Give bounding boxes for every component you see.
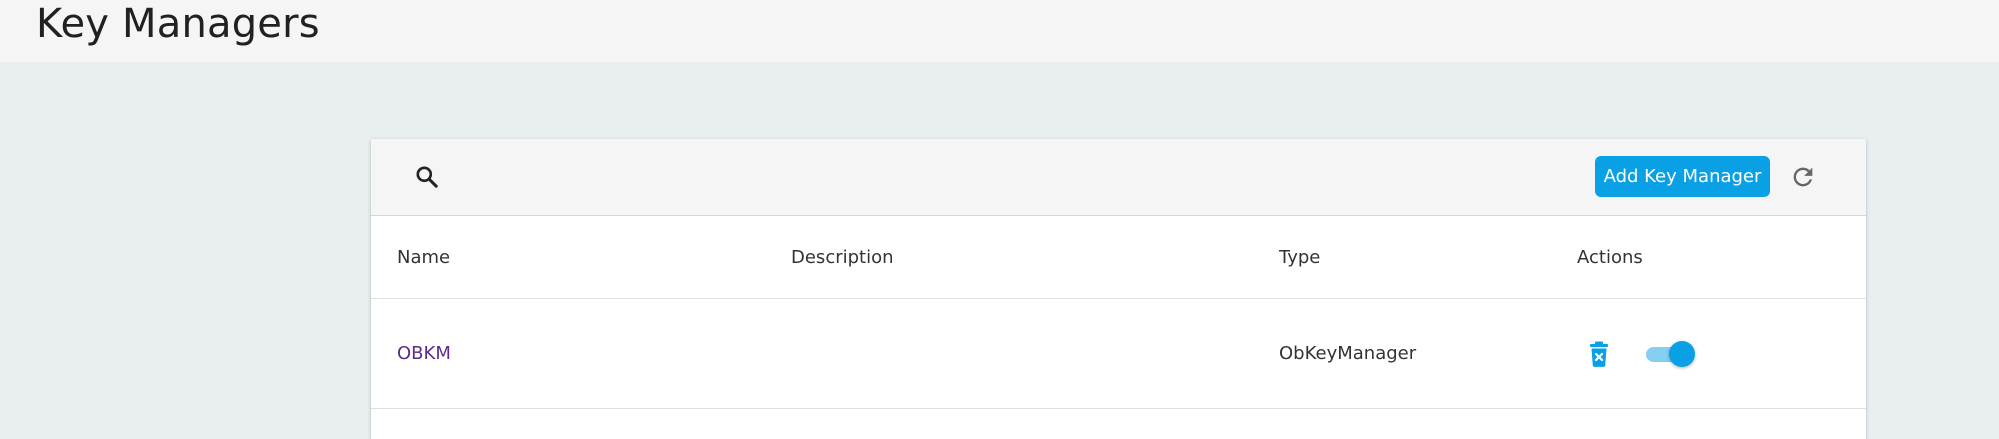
search-button[interactable] [407,157,447,197]
actions-cell [1584,299,1695,408]
page-title: Key Managers [36,1,320,47]
column-header-description[interactable]: Description [791,216,894,298]
table-header-row: Name Description Type Actions [371,216,1866,299]
refresh-button[interactable] [1783,157,1823,197]
table-row: OBKM ObKeyManager [371,299,1866,409]
type-cell: ObKeyManager [1279,299,1416,408]
key-manager-name-link[interactable]: OBKM [397,343,451,364]
enable-toggle[interactable] [1646,340,1695,368]
search-icon [416,166,438,188]
key-managers-card: Add Key Manager Name Description Type Ac… [371,139,1866,439]
table-toolbar: Add Key Manager [371,139,1866,216]
page-header: Key Managers [0,0,1999,62]
trash-icon [1590,341,1608,367]
column-header-type[interactable]: Type [1279,216,1320,298]
column-header-name[interactable]: Name [397,216,450,298]
add-key-manager-button[interactable]: Add Key Manager [1595,156,1770,197]
type-text: ObKeyManager [1279,343,1417,364]
key-managers-table: Name Description Type Actions OBKM ObKey… [371,216,1866,409]
refresh-icon [1793,167,1813,187]
toggle-thumb [1669,340,1695,367]
name-cell: OBKM [397,299,451,408]
column-header-actions: Actions [1577,246,1643,268]
delete-button[interactable] [1584,339,1614,369]
